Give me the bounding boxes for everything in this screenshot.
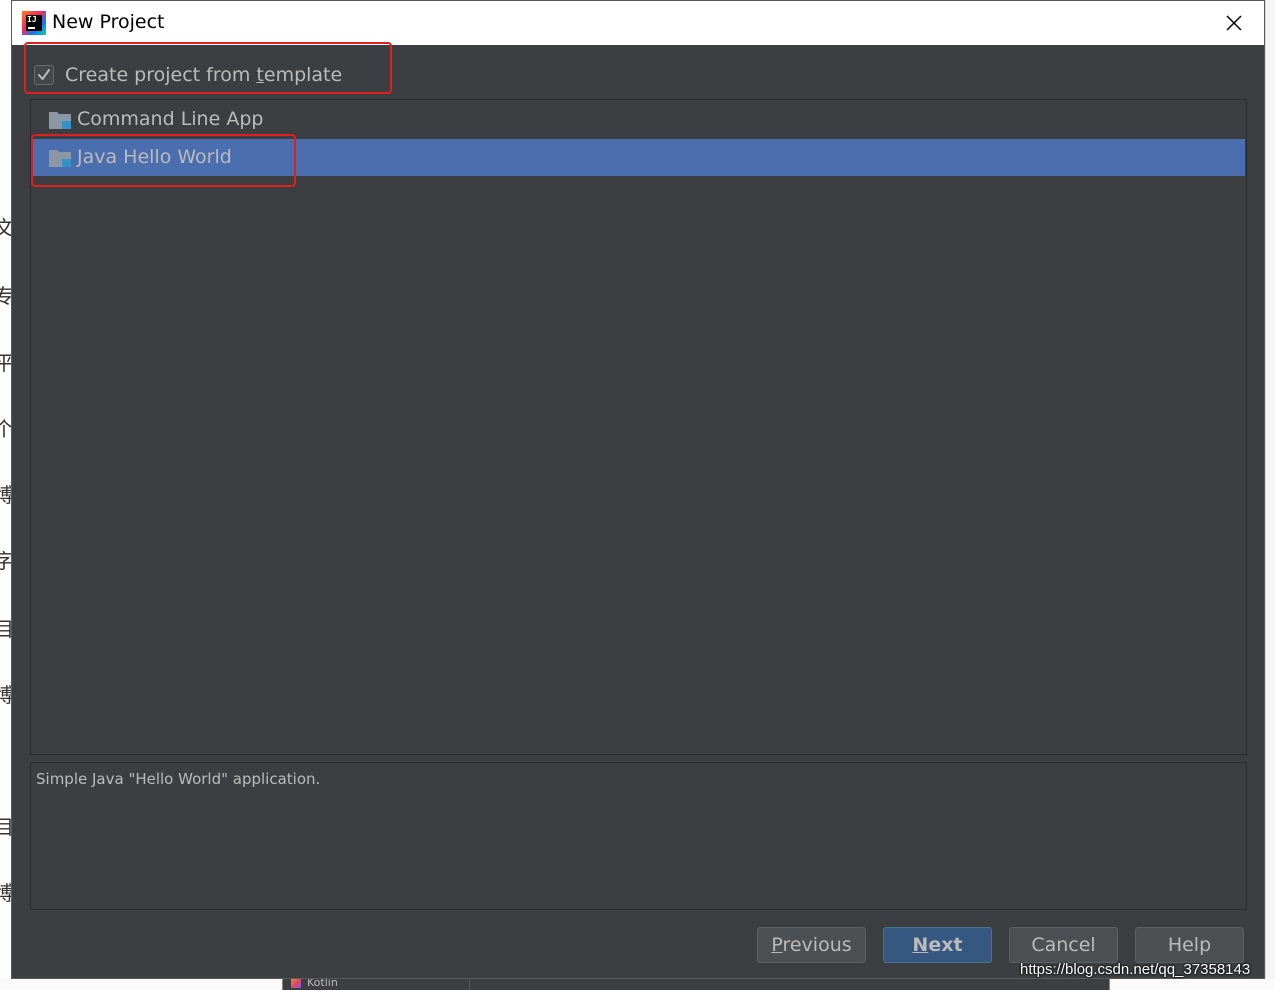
watermark: https://blog.csdn.net/qq_37358143 <box>1020 961 1251 978</box>
folder-icon <box>49 150 71 167</box>
template-item-label: Command Line App <box>77 108 264 130</box>
create-from-template-checkbox[interactable] <box>34 65 54 85</box>
template-item-label: Java Hello World <box>77 146 232 168</box>
divider <box>469 978 470 990</box>
cancel-button[interactable]: Cancel <box>1009 927 1118 963</box>
folder-icon <box>49 112 71 129</box>
template-list[interactable]: Command Line App Java Hello World <box>30 99 1247 755</box>
template-item-java-hello-world[interactable]: Java Hello World <box>32 139 1245 176</box>
template-description-pane: Simple Java "Hello World" application. <box>30 762 1247 910</box>
previous-button[interactable]: Previous <box>757 927 866 963</box>
intellij-idea-icon: IJ <box>22 11 46 35</box>
create-from-template-label: Create project from template <box>65 64 343 86</box>
background-window-left: 文 专 平 个 博 字 目 博 目 博 <box>0 0 14 990</box>
close-icon <box>1226 15 1242 31</box>
template-item-command-line-app[interactable]: Command Line App <box>32 101 1245 138</box>
close-button[interactable] <box>1218 7 1250 39</box>
background-window-right <box>1265 0 1275 990</box>
template-description: Simple Java "Hello World" application. <box>36 770 321 788</box>
next-button[interactable]: Next <box>883 927 992 963</box>
mnemonic-letter: t <box>256 64 264 86</box>
checkmark-icon <box>38 69 50 80</box>
window-title: New Project <box>52 11 165 33</box>
new-project-dialog: IJ New Project Create project from templ… <box>11 0 1265 979</box>
kotlin-icon <box>291 978 301 988</box>
background-kotlin-panel: Kotlin <box>282 976 1110 990</box>
help-button[interactable]: Help <box>1135 927 1244 963</box>
title-bar[interactable]: IJ New Project <box>12 1 1264 45</box>
